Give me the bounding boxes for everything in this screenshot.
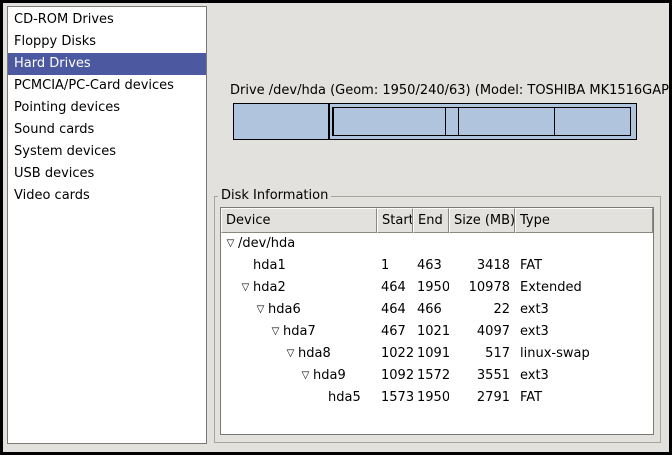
sidebar-item-system-devices[interactable]: System devices (8, 141, 206, 163)
sidebar-item-video-cards[interactable]: Video cards (8, 185, 206, 207)
cell-device: ▽hda8 (221, 343, 377, 365)
disk-table: DeviceStartEndSize (MB)Type ▽/dev/hdahda… (220, 207, 654, 435)
drive-title: Drive /dev/hda (Geom: 1950/240/63) (Mode… (230, 83, 640, 98)
header-cell-end[interactable]: End (413, 208, 449, 233)
cell-size (449, 233, 515, 255)
device-label: hda6 (268, 299, 301, 321)
cell-device: ▽/dev/hda (221, 233, 377, 255)
cell-size: 2791 (449, 387, 515, 409)
device-category-list: CD-ROM DrivesFloppy DisksHard DrivesPCMC… (7, 6, 207, 444)
expander-icon[interactable]: ▽ (283, 343, 298, 365)
hardware-browser-window: CD-ROM DrivesFloppy DisksHard DrivesPCMC… (0, 0, 672, 455)
cell-end: 466 (413, 299, 449, 321)
cell-device: ▽hda7 (221, 321, 377, 343)
table-row-hda2[interactable]: ▽hda2464195010978Extended (221, 277, 653, 299)
disk-table-body: ▽/dev/hdahda114633418FAT▽hda246419501097… (221, 233, 653, 409)
cell-type: Extended (515, 277, 653, 299)
tree-indent (223, 310, 253, 311)
sidebar-item-sound-cards[interactable]: Sound cards (8, 119, 206, 141)
device-label: hda8 (298, 343, 331, 365)
header-cell-type[interactable]: Type (515, 208, 653, 233)
partition-segment-hda7 (333, 107, 445, 136)
tree-indent (223, 288, 238, 289)
cell-end: 463 (413, 255, 449, 277)
cell-end: 1950 (413, 277, 449, 299)
device-label: hda7 (283, 321, 316, 343)
cell-type: linux-swap (515, 343, 653, 365)
cell-start: 1092 (377, 365, 413, 387)
cell-type: ext3 (515, 365, 653, 387)
expander-icon[interactable]: ▽ (223, 233, 238, 255)
cell-end: 1572 (413, 365, 449, 387)
expander-icon[interactable]: ▽ (238, 277, 253, 299)
cell-size: 3551 (449, 365, 515, 387)
partition-segment-hda1 (234, 104, 329, 139)
cell-end: 1021 (413, 321, 449, 343)
header-cell-size-mb[interactable]: Size (MB) (449, 208, 515, 233)
table-row-hda9[interactable]: ▽hda9109215723551ext3 (221, 365, 653, 387)
cell-device: ▽hda6 (221, 299, 377, 321)
cell-device: hda5 (221, 387, 377, 409)
cell-size: 10978 (449, 277, 515, 299)
cell-end: 1091 (413, 343, 449, 365)
table-row-hda7[interactable]: ▽hda746710214097ext3 (221, 321, 653, 343)
cell-start: 464 (377, 277, 413, 299)
partition-segment-hda5 (554, 107, 631, 136)
device-label: hda1 (253, 255, 286, 277)
expander-icon[interactable]: ▽ (268, 321, 283, 343)
cell-end: 1950 (413, 387, 449, 409)
sidebar-item-pcmcia-pc-card-devices[interactable]: PCMCIA/PC-Card devices (8, 75, 206, 97)
partition-segment-hda2-extended (329, 104, 636, 139)
tree-indent (223, 354, 283, 355)
cell-type: FAT (515, 255, 653, 277)
cell-type (515, 233, 653, 255)
cell-type: ext3 (515, 299, 653, 321)
cell-start: 1022 (377, 343, 413, 365)
sidebar-item-pointing-devices[interactable]: Pointing devices (8, 97, 206, 119)
cell-device: ▽hda9 (221, 365, 377, 387)
cell-size: 3418 (449, 255, 515, 277)
cell-type: FAT (515, 387, 653, 409)
header-cell-device[interactable]: Device (221, 208, 377, 233)
cell-size: 22 (449, 299, 515, 321)
cell-device: ▽hda2 (221, 277, 377, 299)
tree-indent (223, 266, 238, 267)
header-cell-start[interactable]: Start (377, 208, 413, 233)
device-label: hda5 (328, 387, 361, 409)
table-row-hda8[interactable]: ▽hda810221091517linux-swap (221, 343, 653, 365)
cell-start: 467 (377, 321, 413, 343)
device-label: hda9 (313, 365, 346, 387)
tree-indent (223, 376, 298, 377)
table-row-dev-hda[interactable]: ▽/dev/hda (221, 233, 653, 255)
tree-indent (223, 332, 268, 333)
device-label: hda2 (253, 277, 286, 299)
device-label: /dev/hda (238, 233, 295, 255)
table-row-hda1[interactable]: hda1 14633418FAT (221, 255, 653, 277)
expander-icon[interactable]: ▽ (298, 365, 313, 387)
cell-size: 4097 (449, 321, 515, 343)
partition-bar (233, 103, 637, 140)
expander-icon[interactable]: ▽ (253, 299, 268, 321)
table-row-hda6[interactable]: ▽hda646446622ext3 (221, 299, 653, 321)
cell-type: ext3 (515, 321, 653, 343)
cell-start (377, 233, 413, 255)
cell-size: 517 (449, 343, 515, 365)
sidebar-item-usb-devices[interactable]: USB devices (8, 163, 206, 185)
disk-info-frame-label: Disk Information (218, 188, 331, 203)
sidebar-item-floppy-disks[interactable]: Floppy Disks (8, 31, 206, 53)
disk-info-frame: Disk Information DeviceStartEndSize (MB)… (214, 196, 661, 443)
cell-start: 464 (377, 299, 413, 321)
cell-device: hda1 (221, 255, 377, 277)
sidebar-item-cd-rom-drives[interactable]: CD-ROM Drives (8, 9, 206, 31)
cell-end (413, 233, 449, 255)
cell-start: 1573 (377, 387, 413, 409)
tree-indent (223, 398, 313, 399)
partition-segment-hda8 (445, 107, 459, 136)
partition-segment-hda9 (458, 107, 555, 136)
disk-table-header: DeviceStartEndSize (MB)Type (221, 208, 653, 233)
cell-start: 1 (377, 255, 413, 277)
table-row-hda5[interactable]: hda5 157319502791FAT (221, 387, 653, 409)
sidebar-item-hard-drives[interactable]: Hard Drives (8, 53, 206, 75)
